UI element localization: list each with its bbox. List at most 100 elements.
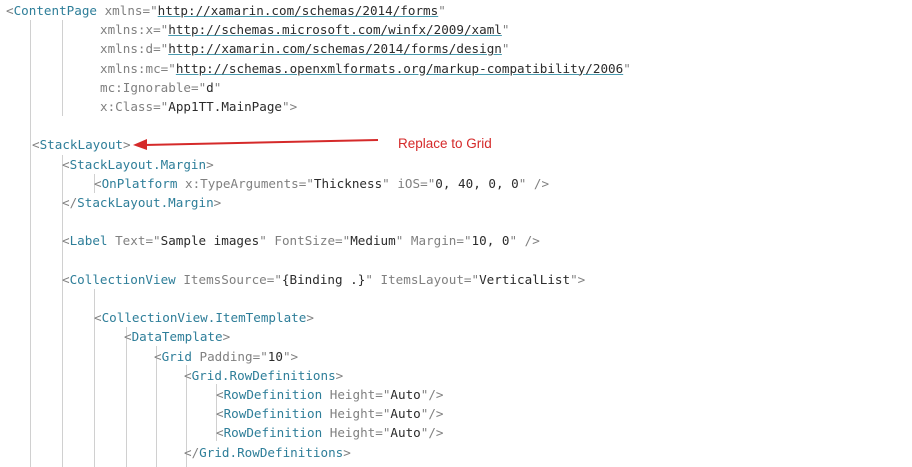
code-token-punc: < xyxy=(62,156,70,172)
code-line[interactable]: </Grid.RowDefinitions> xyxy=(184,443,351,462)
code-token-val: Thickness xyxy=(313,175,383,191)
code-token-attr: FontSize xyxy=(266,233,336,249)
code-token-punc: =" xyxy=(298,175,314,191)
code-line[interactable]: xmlns:d="http://xamarin.com/schemas/2014… xyxy=(100,39,509,58)
code-token-attr: Margin xyxy=(403,233,457,249)
code-token-punc: =" xyxy=(375,425,391,441)
code-token-punc: =" xyxy=(375,406,391,422)
code-token-punc: > xyxy=(206,156,214,172)
code-token-punc: " xyxy=(623,60,631,76)
code-token-punc: </ xyxy=(184,444,200,460)
code-token-punc: =" xyxy=(153,41,169,57)
code-token-punc: "> xyxy=(281,99,298,114)
code-token-attr: x:Class xyxy=(100,99,154,114)
code-token-punc: < xyxy=(216,387,224,402)
code-token-link: http://xamarin.com/schemas/2014/forms/de… xyxy=(168,41,502,57)
code-line[interactable]: <Grid.RowDefinitions> xyxy=(184,366,343,385)
indent-guide xyxy=(62,20,63,116)
code-token-val: Auto xyxy=(390,387,421,402)
code-token-tag: RowDefinition xyxy=(223,406,323,422)
code-token-attr: iOS xyxy=(389,175,421,191)
code-token-tag: OnPlatform xyxy=(101,175,178,191)
code-token-punc: < xyxy=(154,348,162,364)
annotation-arrow xyxy=(133,139,379,150)
code-line[interactable]: <CollectionView ItemsSource="{Binding .}… xyxy=(62,270,585,289)
code-token-punc: < xyxy=(94,310,102,326)
indent-guide xyxy=(126,327,127,467)
code-token-punc: =" xyxy=(456,233,472,249)
code-token-punc: =" xyxy=(153,22,169,38)
code-token-punc: /> xyxy=(517,233,540,249)
code-token-tag: RowDefinition xyxy=(223,425,323,441)
code-line[interactable]: <Label Text="Sample images" FontSize="Me… xyxy=(62,231,540,250)
code-token-val: Auto xyxy=(390,425,421,441)
code-line[interactable]: <RowDefinition Height="Auto"/> xyxy=(216,385,444,404)
code-token-attr: ItemsSource xyxy=(175,271,267,287)
code-token-attr: mc:Ignorable xyxy=(100,79,191,95)
code-token-punc: </ xyxy=(62,195,78,210)
code-line[interactable]: mc:Ignorable="d" xyxy=(100,78,221,97)
code-token-link: http://schemas.openxmlformats.org/markup… xyxy=(175,60,624,76)
code-line[interactable]: <ContentPage xmlns="http://xamarin.com/s… xyxy=(6,1,446,20)
code-token-val: Sample images xyxy=(160,233,260,249)
code-token-tag: Grid.RowDefinitions xyxy=(199,444,344,460)
code-token-punc: < xyxy=(216,425,224,441)
code-token-punc: =" xyxy=(266,271,282,287)
code-token-val: Auto xyxy=(390,406,421,422)
code-token-punc: =" xyxy=(335,233,351,249)
code-token-punc: < xyxy=(216,406,224,422)
code-token-val: 0, 40, 0, 0 xyxy=(435,175,519,191)
code-token-attr: Padding xyxy=(191,348,253,364)
code-token-val: VerticalList xyxy=(479,271,571,287)
code-line[interactable]: <CollectionView.ItemTemplate> xyxy=(94,308,314,327)
code-token-punc: < xyxy=(124,329,132,345)
code-token-punc: " xyxy=(213,79,222,95)
code-token-val: App1TT.MainPage xyxy=(168,99,282,114)
code-line[interactable]: x:Class="App1TT.MainPage"> xyxy=(100,97,297,116)
code-token-tag: Grid xyxy=(161,348,192,364)
code-line[interactable]: xmlns:mc="http://schemas.openxmlformats.… xyxy=(100,59,631,78)
code-token-tag: StackLayout xyxy=(39,137,123,153)
code-token-tag: DataTemplate xyxy=(131,329,223,345)
code-token-punc: > xyxy=(335,367,344,383)
code-token-tag: Grid.RowDefinitions xyxy=(191,367,336,383)
code-token-punc: "> xyxy=(282,348,299,364)
code-line[interactable]: <StackLayout.Margin> xyxy=(62,155,214,174)
code-token-punc: "/> xyxy=(420,387,444,402)
code-token-attr: xmlns xyxy=(97,3,143,18)
code-token-punc: =" xyxy=(375,387,391,402)
code-token-tag: StackLayout.Margin xyxy=(69,156,207,172)
code-token-punc: > xyxy=(306,310,314,326)
code-token-attr: Height xyxy=(322,406,376,422)
annotation-label: Replace to Grid xyxy=(398,136,492,151)
code-line[interactable]: <RowDefinition Height="Auto"/> xyxy=(216,404,444,423)
code-token-link: http://schemas.microsoft.com/winfx/2009/… xyxy=(168,22,502,38)
code-token-attr: Height xyxy=(322,425,376,441)
code-token-attr: Text xyxy=(107,233,146,249)
code-token-punc: =" xyxy=(252,348,268,364)
code-token-punc: " xyxy=(509,233,518,249)
code-token-attr: xmlns:mc xyxy=(100,60,161,76)
code-token-attr: ItemsLayout xyxy=(372,271,464,287)
code-token-punc: "/> xyxy=(420,406,444,422)
code-token-val: Medium xyxy=(350,233,396,249)
code-token-punc: < xyxy=(6,3,14,18)
code-line[interactable]: <DataTemplate> xyxy=(124,327,230,346)
code-line[interactable]: </StackLayout.Margin> xyxy=(62,193,221,212)
code-line[interactable]: <RowDefinition Height="Auto"/> xyxy=(216,423,444,442)
code-line[interactable]: xmlns:x="http://schemas.microsoft.com/wi… xyxy=(100,20,509,39)
code-token-punc: " xyxy=(501,41,510,57)
code-token-punc: < xyxy=(62,233,70,249)
code-token-attr: xmlns:d xyxy=(100,41,154,57)
code-token-punc: " xyxy=(365,271,373,287)
code-token-link: http://xamarin.com/schemas/2014/forms xyxy=(157,3,439,18)
code-token-val: 10 xyxy=(267,348,283,364)
code-token-tag: CollectionView.ItemTemplate xyxy=(101,310,307,326)
code-editor[interactable]: <ContentPage xmlns="http://xamarin.com/s… xyxy=(0,0,912,467)
code-token-punc: < xyxy=(184,367,192,383)
code-line[interactable]: <Grid Padding="10"> xyxy=(154,347,298,366)
code-token-tag: ContentPage xyxy=(13,3,97,18)
code-token-punc: /> xyxy=(526,175,550,191)
code-line[interactable]: <StackLayout> xyxy=(32,135,131,154)
code-line[interactable]: <OnPlatform x:TypeArguments="Thickness" … xyxy=(94,174,549,193)
